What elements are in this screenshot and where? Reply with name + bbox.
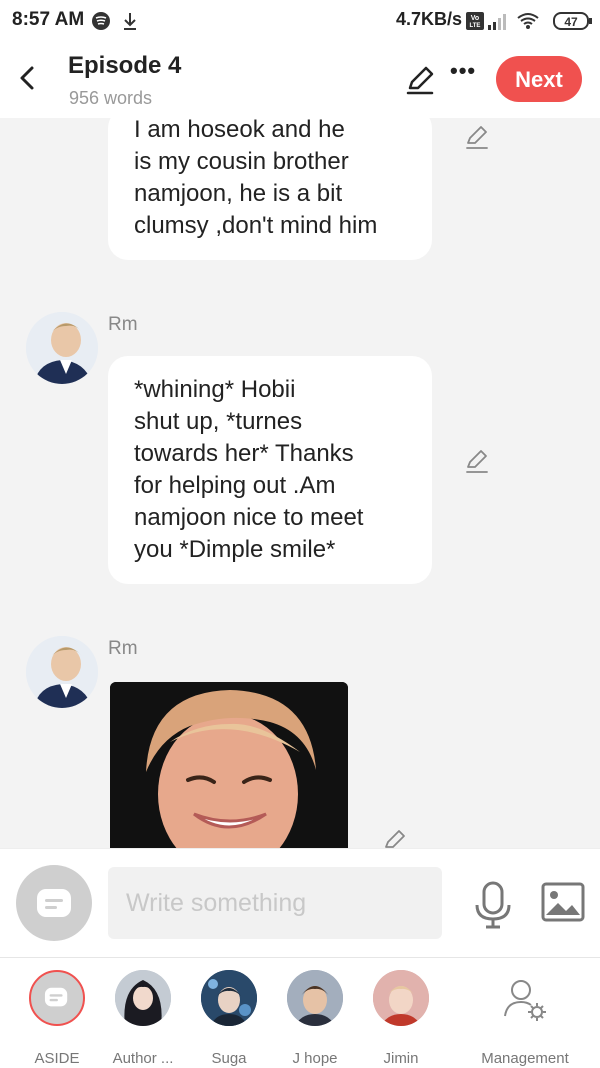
tab-label: Management — [481, 1050, 569, 1067]
status-time: 8:57 AM — [12, 9, 85, 30]
back-arrow-icon[interactable] — [12, 60, 42, 96]
chat-area[interactable]: I am hoseok and he is my cousin brother … — [0, 118, 600, 848]
network-speed: 4.7KB/s — [396, 9, 463, 29]
edit-icon[interactable] — [404, 64, 436, 96]
tab-aside[interactable]: ASIDE — [12, 970, 102, 1067]
message-line: namjoon nice to meet — [134, 504, 364, 531]
svg-text:47: 47 — [564, 15, 578, 29]
speaker-name: Rm — [108, 314, 138, 335]
user-settings-icon — [504, 980, 546, 1021]
word-count: 956 words — [69, 88, 153, 108]
message-bubble[interactable]: *whining* Hobii shut up, *turnes towards… — [108, 356, 432, 584]
tab-label: Author ... — [112, 1050, 174, 1067]
more-options-icon[interactable]: ••• — [450, 58, 476, 84]
message-line: shut up, *turnes — [134, 408, 303, 435]
composer-bar — [0, 848, 600, 957]
avatar — [373, 970, 429, 1026]
avatar[interactable] — [26, 312, 98, 384]
tab-jimin[interactable]: Jimin — [356, 970, 446, 1067]
avatar[interactable] — [26, 636, 98, 708]
aside-icon — [29, 970, 85, 1026]
tab-label: ASIDE — [34, 1050, 80, 1067]
avatar — [287, 970, 343, 1026]
header: Episode 4 956 words ••• Next — [0, 40, 600, 118]
tab-suga[interactable]: Suga — [184, 970, 274, 1067]
status-bar: 8:57 AM 4.7KB/s Vo LTE 47 — [0, 0, 600, 40]
microphone-icon[interactable] — [470, 879, 516, 929]
edit-message-icon[interactable] — [382, 828, 408, 848]
speaker-name: Rm — [108, 638, 138, 659]
aside-toggle-button[interactable] — [16, 865, 92, 941]
message-line: you *Dimple smile* — [134, 536, 336, 563]
tab-management[interactable]: Management — [480, 970, 570, 1067]
signal-wifi-battery-icons: Vo LTE 47 — [466, 12, 592, 30]
avatar — [201, 970, 257, 1026]
tab-label: Suga — [211, 1050, 247, 1067]
spotify-download-icons — [92, 12, 136, 30]
message-bubble[interactable]: I am hoseok and he is my cousin brother … — [108, 118, 432, 260]
tab-j-hope[interactable]: J hope — [270, 970, 360, 1067]
message-line: towards her* Thanks — [134, 440, 354, 467]
message-photo[interactable] — [110, 682, 348, 848]
avatar — [115, 970, 171, 1026]
edit-message-icon[interactable] — [464, 448, 490, 474]
svg-text:LTE: LTE — [470, 23, 481, 29]
chat-bubble-icon — [37, 889, 71, 917]
message-line: namjoon, he is a bit — [134, 180, 343, 207]
message-line: clumsy ,don't mind him — [134, 212, 378, 239]
svg-text:Vo: Vo — [471, 15, 479, 22]
message-line: for helping out .Am — [134, 472, 336, 499]
character-tab-bar: ASIDE Author ... Suga J hope Jimin Manag… — [0, 957, 600, 1068]
message-line: is my cousin brother — [134, 148, 349, 175]
message-input[interactable] — [108, 867, 442, 939]
message-line: I am hoseok and he — [134, 118, 345, 143]
tab-author[interactable]: Author ... — [98, 970, 188, 1067]
tab-label: Jimin — [383, 1050, 419, 1067]
next-button[interactable]: Next — [496, 56, 582, 102]
message-line: *whining* Hobii — [134, 376, 296, 403]
tab-label: J hope — [292, 1050, 338, 1067]
episode-title: Episode 4 — [68, 52, 182, 79]
image-upload-icon[interactable] — [540, 881, 586, 923]
edit-message-icon[interactable] — [464, 124, 490, 150]
